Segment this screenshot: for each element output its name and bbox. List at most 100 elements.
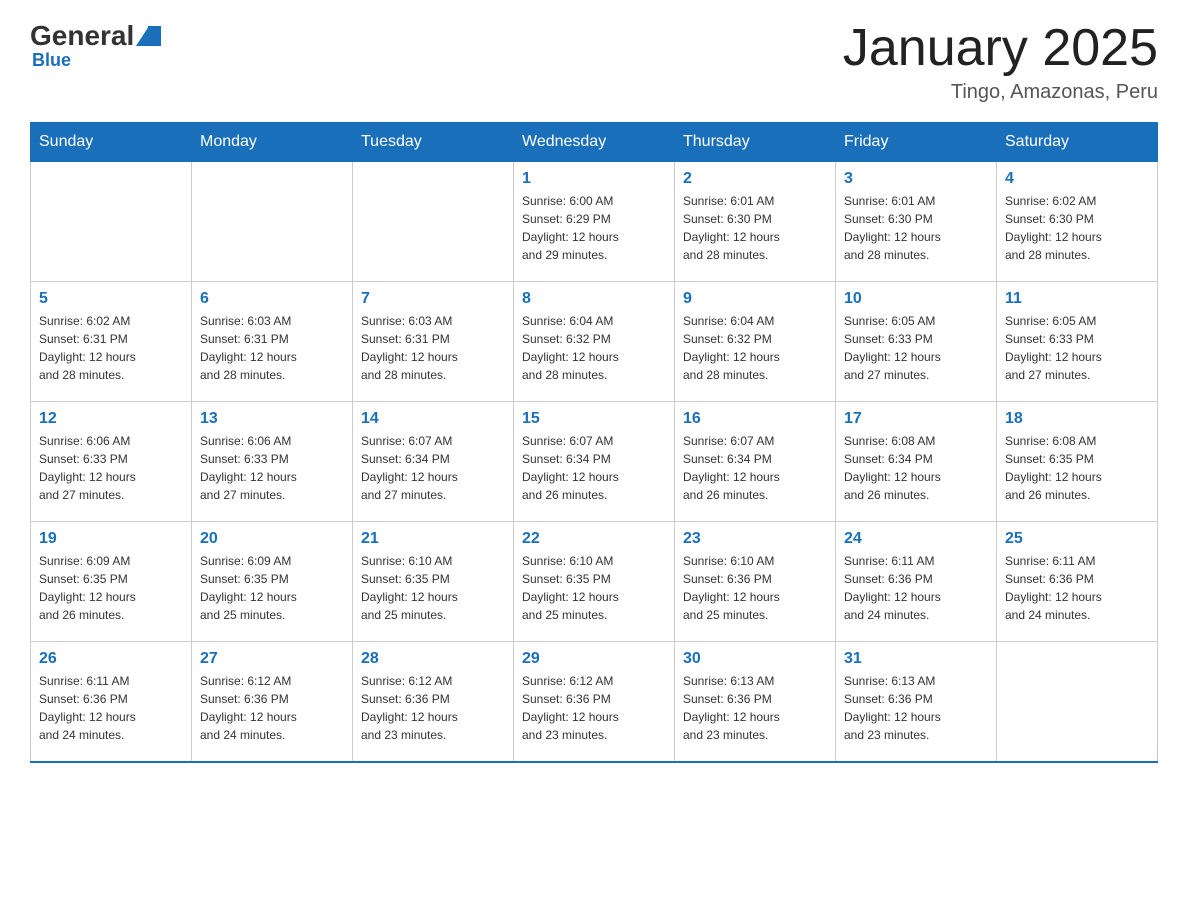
day-info: Sunrise: 6:04 AM Sunset: 6:32 PM Dayligh…	[683, 312, 827, 384]
day-number: 7	[361, 290, 505, 308]
day-number: 22	[522, 530, 666, 548]
day-info: Sunrise: 6:06 AM Sunset: 6:33 PM Dayligh…	[200, 432, 344, 504]
week-row-5: 26 Sunrise: 6:11 AM Sunset: 6:36 PM Dayli…	[31, 642, 1158, 762]
day-cell: 26 Sunrise: 6:11 AM Sunset: 6:36 PM Dayli…	[31, 642, 192, 762]
day-number: 10	[844, 290, 988, 308]
day-cell: 11Sunrise: 6:05 AM Sunset: 6:33 PM Dayli…	[997, 282, 1158, 402]
day-number: 25	[1005, 530, 1149, 548]
day-number: 21	[361, 530, 505, 548]
day-cell: 22Sunrise: 6:10 AM Sunset: 6:35 PM Dayli…	[514, 522, 675, 642]
day-info: Sunrise: 6:13 AM Sunset: 6:36 PM Dayligh…	[683, 672, 827, 744]
day-number: 30	[683, 650, 827, 668]
day-number: 4	[1005, 170, 1149, 188]
day-number: 12	[39, 410, 183, 428]
day-cell: 12 Sunrise: 6:06 AM Sunset: 6:33 PM Dayli…	[31, 402, 192, 522]
logo: General Blue	[30, 20, 161, 71]
day-info: Sunrise: 6:11 AM Sunset: 6:36 PM Dayligh…	[844, 552, 988, 624]
day-cell: 9 Sunrise: 6:04 AM Sunset: 6:32 PM Daylig…	[675, 282, 836, 402]
day-info: Sunrise: 6:01 AM Sunset: 6:30 PM Dayligh…	[844, 192, 988, 264]
day-info: Sunrise: 6:07 AM Sunset: 6:34 PM Dayligh…	[683, 432, 827, 504]
day-info: Sunrise: 6:03 AM Sunset: 6:31 PM Dayligh…	[200, 312, 344, 384]
day-info: Sunrise: 6:10 AM Sunset: 6:36 PM Dayligh…	[683, 552, 827, 624]
day-cell: 7 Sunrise: 6:03 AM Sunset: 6:31 PM Daylig…	[353, 282, 514, 402]
day-number: 11	[1005, 290, 1149, 308]
day-info: Sunrise: 6:06 AM Sunset: 6:33 PM Dayligh…	[39, 432, 183, 504]
day-info: Sunrise: 6:03 AM Sunset: 6:31 PM Dayligh…	[361, 312, 505, 384]
day-info: Sunrise: 6:01 AM Sunset: 6:30 PM Dayligh…	[683, 192, 827, 264]
logo-general: General	[30, 20, 134, 52]
day-cell: 29 Sunrise: 6:12 AM Sunset: 6:36 PM Dayli…	[514, 642, 675, 762]
day-cell: 23 Sunrise: 6:10 AM Sunset: 6:36 PM Dayli…	[675, 522, 836, 642]
logo-blue: Blue	[32, 50, 161, 71]
week-row-3: 12 Sunrise: 6:06 AM Sunset: 6:33 PM Dayli…	[31, 402, 1158, 522]
day-header-thursday: Thursday	[675, 123, 836, 162]
day-info: Sunrise: 6:09 AM Sunset: 6:35 PM Dayligh…	[200, 552, 344, 624]
day-cell: 30 Sunrise: 6:13 AM Sunset: 6:36 PM Dayli…	[675, 642, 836, 762]
day-info: Sunrise: 6:11 AM Sunset: 6:36 PM Dayligh…	[1005, 552, 1149, 624]
day-info: Sunrise: 6:02 AM Sunset: 6:31 PM Dayligh…	[39, 312, 183, 384]
day-info: Sunrise: 6:12 AM Sunset: 6:36 PM Dayligh…	[522, 672, 666, 744]
day-info: Sunrise: 6:00 AM Sunset: 6:29 PM Dayligh…	[522, 192, 666, 264]
day-cell: 4Sunrise: 6:02 AM Sunset: 6:30 PM Daylig…	[997, 162, 1158, 282]
day-number: 27	[200, 650, 344, 668]
day-cell: 24 Sunrise: 6:11 AM Sunset: 6:36 PM Dayli…	[836, 522, 997, 642]
day-number: 6	[200, 290, 344, 308]
day-cell: 25 Sunrise: 6:11 AM Sunset: 6:36 PM Dayli…	[997, 522, 1158, 642]
day-header-sunday: Sunday	[31, 123, 192, 162]
day-info: Sunrise: 6:10 AM Sunset: 6:35 PM Dayligh…	[361, 552, 505, 624]
logo-icon	[136, 26, 161, 46]
day-cell: 31 Sunrise: 6:13 AM Sunset: 6:36 PM Dayli…	[836, 642, 997, 762]
day-header-saturday: Saturday	[997, 123, 1158, 162]
day-cell: 6 Sunrise: 6:03 AM Sunset: 6:31 PM Daylig…	[192, 282, 353, 402]
day-info: Sunrise: 6:13 AM Sunset: 6:36 PM Dayligh…	[844, 672, 988, 744]
day-number: 15	[522, 410, 666, 428]
day-info: Sunrise: 6:05 AM Sunset: 6:33 PM Dayligh…	[844, 312, 988, 384]
day-cell: 8 Sunrise: 6:04 AM Sunset: 6:32 PM Daylig…	[514, 282, 675, 402]
calendar-table: SundayMondayTuesdayWednesdayThursdayFrid…	[30, 122, 1158, 763]
day-cell: 18Sunrise: 6:08 AM Sunset: 6:35 PM Dayli…	[997, 402, 1158, 522]
calendar-subtitle: Tingo, Amazonas, Peru	[843, 81, 1158, 104]
week-row-1: 1 Sunrise: 6:00 AM Sunset: 6:29 PM Daylig…	[31, 162, 1158, 282]
day-number: 2	[683, 170, 827, 188]
day-cell: 19Sunrise: 6:09 AM Sunset: 6:35 PM Dayli…	[31, 522, 192, 642]
day-header-tuesday: Tuesday	[353, 123, 514, 162]
day-cell: 15 Sunrise: 6:07 AM Sunset: 6:34 PM Dayli…	[514, 402, 675, 522]
day-cell: 28 Sunrise: 6:12 AM Sunset: 6:36 PM Dayli…	[353, 642, 514, 762]
day-number: 3	[844, 170, 988, 188]
week-row-4: 19 Sunrise: 6:09 AM Sunset: 6:35 PM Dayli…	[31, 522, 1158, 642]
day-info: Sunrise: 6:08 AM Sunset: 6:34 PM Dayligh…	[844, 432, 988, 504]
day-number: 31	[844, 650, 988, 668]
day-number: 28	[361, 650, 505, 668]
header-row: SundayMondayTuesdayWednesdayThursdayFrid…	[31, 123, 1158, 162]
day-info: Sunrise: 6:04 AM Sunset: 6:32 PM Dayligh…	[522, 312, 666, 384]
day-number: 17	[844, 410, 988, 428]
day-header-friday: Friday	[836, 123, 997, 162]
day-cell	[353, 162, 514, 282]
day-cell: 16Sunrise: 6:07 AM Sunset: 6:34 PM Dayli…	[675, 402, 836, 522]
day-number: 14	[361, 410, 505, 428]
day-info: Sunrise: 6:07 AM Sunset: 6:34 PM Dayligh…	[522, 432, 666, 504]
title-section: January 2025 Tingo, Amazonas, Peru	[843, 20, 1158, 104]
day-cell: 14Sunrise: 6:07 AM Sunset: 6:34 PM Dayli…	[353, 402, 514, 522]
day-info: Sunrise: 6:08 AM Sunset: 6:35 PM Dayligh…	[1005, 432, 1149, 504]
day-number: 19	[39, 530, 183, 548]
day-cell	[997, 642, 1158, 762]
day-info: Sunrise: 6:12 AM Sunset: 6:36 PM Dayligh…	[200, 672, 344, 744]
day-number: 8	[522, 290, 666, 308]
day-cell: 27 Sunrise: 6:12 AM Sunset: 6:36 PM Dayli…	[192, 642, 353, 762]
calendar-title: January 2025	[843, 20, 1158, 77]
day-cell: 5Sunrise: 6:02 AM Sunset: 6:31 PM Daylig…	[31, 282, 192, 402]
day-info: Sunrise: 6:12 AM Sunset: 6:36 PM Dayligh…	[361, 672, 505, 744]
day-number: 26	[39, 650, 183, 668]
day-cell	[31, 162, 192, 282]
day-cell: 10 Sunrise: 6:05 AM Sunset: 6:33 PM Dayli…	[836, 282, 997, 402]
day-info: Sunrise: 6:11 AM Sunset: 6:36 PM Dayligh…	[39, 672, 183, 744]
day-number: 23	[683, 530, 827, 548]
day-header-monday: Monday	[192, 123, 353, 162]
day-number: 24	[844, 530, 988, 548]
day-number: 9	[683, 290, 827, 308]
day-number: 29	[522, 650, 666, 668]
day-number: 1	[522, 170, 666, 188]
week-row-2: 5Sunrise: 6:02 AM Sunset: 6:31 PM Daylig…	[31, 282, 1158, 402]
day-cell	[192, 162, 353, 282]
